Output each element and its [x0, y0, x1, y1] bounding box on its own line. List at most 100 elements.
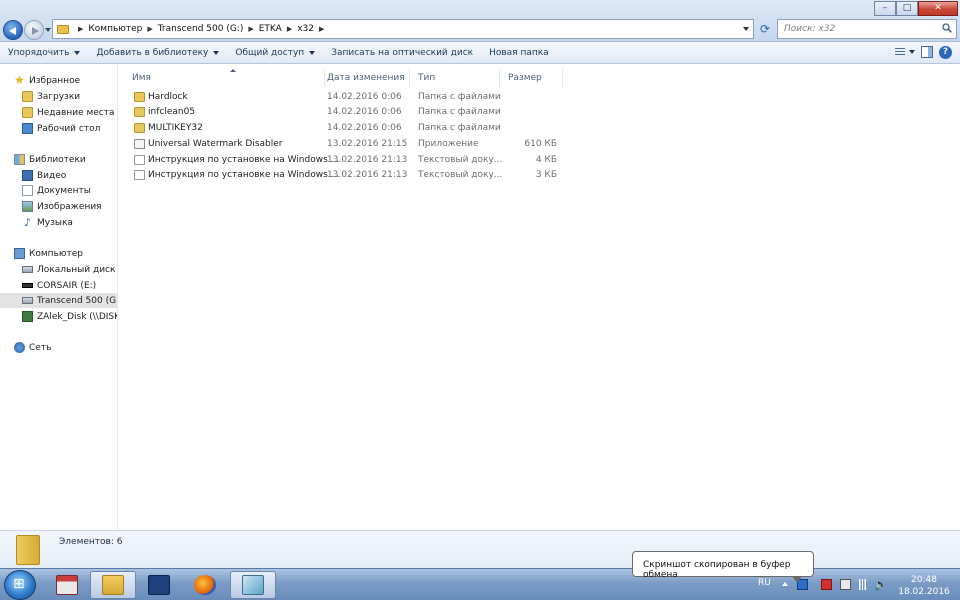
libraries-icon [14, 154, 25, 165]
nav-desktop[interactable]: Рабочий стол [22, 121, 117, 136]
recent-pages-dropdown[interactable] [45, 28, 51, 32]
file-row[interactable]: Universal Watermark Disabler 13.02.2016 … [119, 137, 569, 152]
breadcrumb-x32[interactable]: x32 [297, 24, 314, 34]
action-center-icon[interactable] [821, 579, 832, 590]
close-button[interactable]: ✕ [918, 1, 958, 16]
chevron-down-icon [74, 50, 81, 55]
crumb-separator-icon[interactable]: ▶ [319, 25, 324, 33]
nav-label: Музыка [37, 217, 73, 228]
search-input[interactable]: Поиск: x32 [777, 19, 957, 39]
nav-documents[interactable]: Документы [22, 183, 117, 198]
file-date: 14.02.2016 0:06 [327, 92, 402, 102]
nav-libraries[interactable]: Библиотеки [14, 152, 117, 167]
details-pane: Элементов: 6 [0, 530, 960, 568]
nav-zalek-disk[interactable]: ZAlek_Disk (\\DISKST [22, 309, 117, 324]
maximize-button[interactable]: □ [896, 1, 918, 16]
nav-label: Transcend 500 (G:) [37, 295, 118, 306]
refresh-icon[interactable]: ⟳ [757, 19, 773, 39]
nav-video[interactable]: Видео [22, 168, 117, 183]
breadcrumb-computer[interactable]: Компьютер [88, 24, 142, 34]
usb-drive-icon [22, 283, 33, 288]
column-header-size[interactable]: Размер [503, 69, 563, 87]
nav-network[interactable]: Сеть [14, 340, 117, 355]
back-button[interactable] [3, 20, 23, 40]
music-note-icon: ♪ [23, 216, 32, 229]
preview-pane-icon[interactable] [921, 46, 933, 58]
file-row[interactable]: Инструкция по установке на Windows ... 1… [119, 168, 569, 183]
language-indicator[interactable]: RU [758, 578, 771, 588]
burn-button[interactable]: Записать на оптический диск [323, 42, 481, 64]
taskbar-save-app[interactable] [136, 571, 182, 599]
safely-remove-icon[interactable] [840, 579, 851, 590]
nav-label: CORSAIR (E:) [37, 280, 97, 291]
signal-icon[interactable] [857, 579, 868, 590]
crumb-separator-icon[interactable]: ▶ [248, 25, 253, 33]
breadcrumb-etka[interactable]: ETKA [259, 24, 282, 34]
snipping-tool-icon [242, 575, 264, 595]
change-view-icon[interactable] [893, 45, 915, 59]
command-bar: Упорядочить Добавить в библиотеку Общий … [0, 42, 960, 64]
taskbar-tool[interactable] [230, 571, 276, 599]
nav-recent[interactable]: Недавние места [22, 105, 117, 120]
explorer-icon [102, 575, 124, 595]
nav-favorites[interactable]: ★ Избранное [14, 73, 117, 88]
file-row[interactable]: MULTIKEY32 14.02.2016 0:06 Папка с файла… [119, 121, 569, 136]
column-header-date[interactable]: Дата изменения [322, 69, 410, 87]
balloon-pointer [792, 576, 802, 583]
search-placeholder: Поиск: x32 [784, 24, 836, 34]
file-row[interactable]: Инструкция по установке на Windows ... 1… [119, 153, 569, 168]
file-row[interactable]: Hardlock 14.02.2016 0:06 Папка с файлами [119, 90, 569, 105]
file-size: 3 КБ [535, 170, 557, 180]
taskbar-firefox[interactable] [182, 571, 228, 599]
nav-downloads[interactable]: Загрузки [22, 89, 117, 104]
nav-label: Недавние места [37, 107, 115, 118]
organize-button[interactable]: Упорядочить [0, 42, 88, 64]
clock-date: 18.02.2016 [898, 587, 950, 597]
taskbar-explorer[interactable] [90, 571, 136, 599]
nav-transcend[interactable]: Transcend 500 (G:) [0, 293, 118, 308]
network-drive-icon [22, 311, 33, 322]
nav-label: Видео [37, 170, 67, 181]
volume-icon[interactable]: 🔈 [874, 579, 888, 590]
column-header-type[interactable]: Тип [413, 69, 500, 87]
file-size: 610 КБ [524, 139, 557, 149]
minimize-button[interactable]: – [874, 1, 896, 16]
new-folder-button[interactable]: Новая папка [481, 42, 557, 64]
share-button[interactable]: Общий доступ [227, 42, 323, 64]
address-bar-area: ▶ Компьютер ▶ Transcend 500 (G:) ▶ ETKA … [0, 0, 960, 42]
breadcrumb-drive[interactable]: Transcend 500 (G:) [158, 24, 244, 34]
crumb-separator-icon[interactable]: ▶ [78, 25, 83, 33]
forward-button[interactable] [24, 20, 44, 40]
add-to-library-button[interactable]: Добавить в библиотеку [88, 42, 227, 64]
start-button[interactable] [4, 570, 36, 600]
crumb-separator-icon[interactable]: ▶ [287, 25, 292, 33]
folder-icon [57, 24, 69, 34]
address-dropdown-icon[interactable] [743, 27, 749, 31]
column-header-name[interactable]: Имя [127, 69, 325, 87]
taskbar-archiver[interactable] [44, 571, 90, 599]
file-row[interactable]: infclean05 14.02.2016 0:06 Папка с файла… [119, 105, 569, 120]
nav-corsair[interactable]: CORSAIR (E:) [22, 278, 117, 293]
file-name: infclean05 [148, 107, 196, 117]
help-icon[interactable]: ? [939, 45, 952, 59]
folder-icon [134, 107, 145, 117]
network-icon [14, 342, 25, 353]
address-field[interactable]: ▶ Компьютер ▶ Transcend 500 (G:) ▶ ETKA … [52, 19, 754, 39]
file-type: Папка с файлами [418, 123, 501, 133]
nav-label: Библиотеки [29, 154, 86, 165]
nav-computer[interactable]: Компьютер [14, 246, 117, 261]
nav-local-disk[interactable]: Локальный диск (C [22, 262, 117, 277]
nav-music[interactable]: ♪ Музыка [22, 215, 117, 230]
file-type: Приложение [418, 139, 479, 149]
nav-images[interactable]: Изображения [22, 199, 117, 214]
hard-drive-icon [22, 266, 33, 273]
clock[interactable]: 20:48 18.02.2016 [898, 574, 950, 598]
file-name: Universal Watermark Disabler [148, 139, 283, 149]
crumb-separator-icon[interactable]: ▶ [147, 25, 152, 33]
clock-time: 20:48 [911, 575, 937, 585]
file-date: 13.02.2016 21:13 [327, 155, 408, 165]
search-icon[interactable] [942, 23, 952, 33]
text-file-icon [134, 155, 145, 165]
notification-balloon[interactable]: Скриншот скопирован в буфер обмена [632, 551, 814, 580]
show-hidden-icons[interactable] [782, 582, 788, 586]
